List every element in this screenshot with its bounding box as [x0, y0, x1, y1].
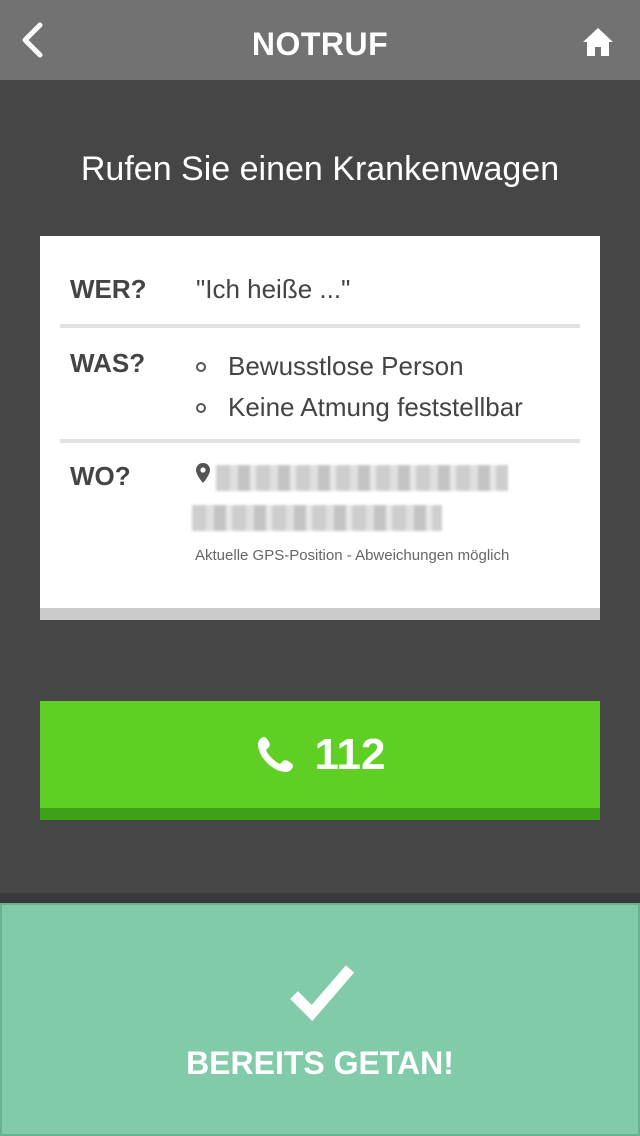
who-label: WER?: [70, 274, 147, 304]
home-button[interactable]: [578, 22, 618, 62]
what-label: WAS?: [70, 348, 146, 378]
map-pin-icon: [196, 463, 210, 483]
list-item: Keine Atmung feststellbar: [196, 387, 523, 428]
gps-note: Aktuelle GPS-Position - Abweichungen mög…: [195, 547, 510, 564]
bullet-icon: [196, 402, 206, 413]
section-divider: [0, 893, 640, 903]
done-label: BEREITS GETAN!: [186, 1045, 454, 1081]
page-title: NOTRUF: [251, 26, 389, 62]
app-screen: NOTRUF Rufen Sie einen Krankenwagen WER?…: [0, 0, 640, 1136]
where-label: WO?: [70, 461, 131, 491]
checkmark-icon: [290, 965, 354, 1022]
list-item: Bewusstlose Person: [196, 346, 523, 387]
home-icon: [583, 28, 613, 56]
where-row: WO? Aktuelle GPS-Position - Abweichungen…: [60, 443, 580, 603]
already-done-button[interactable]: BEREITS GETAN!: [0, 903, 640, 1136]
who-value: "Ich heiße ...": [196, 274, 351, 304]
what-row: WAS? Bewusstlose Person Keine Atmung fes…: [60, 328, 580, 443]
who-row: WER? "Ich heiße ...": [60, 236, 580, 328]
bullet-icon: [196, 361, 206, 372]
info-card: WER? "Ich heiße ..." WAS? Bewusstlose Pe…: [40, 236, 600, 620]
call-112-button[interactable]: 112: [40, 701, 600, 820]
address-line-blurred: [192, 505, 442, 531]
instruction-heading: Rufen Sie einen Krankenwagen: [80, 150, 560, 188]
phone-icon: [255, 735, 295, 775]
top-bar: NOTRUF: [0, 0, 640, 80]
address-line-blurred: [216, 465, 508, 491]
list-item-text: Keine Atmung feststellbar: [228, 392, 523, 422]
list-item-text: Bewusstlose Person: [228, 351, 464, 381]
call-number: 112: [314, 729, 386, 779]
what-list: Bewusstlose Person Keine Atmung feststel…: [196, 346, 523, 428]
